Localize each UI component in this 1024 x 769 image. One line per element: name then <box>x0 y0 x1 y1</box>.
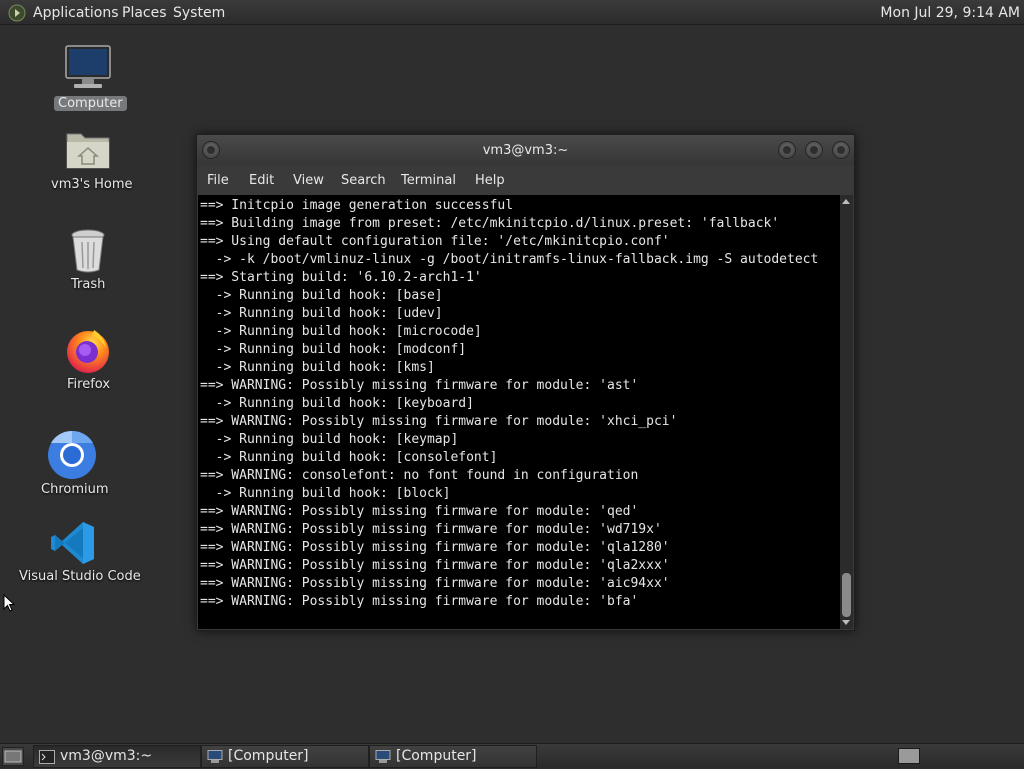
computer-icon <box>207 750 223 763</box>
terminal-line: ==> WARNING: Possibly missing firmware f… <box>200 522 662 537</box>
terminal-line: ==> WARNING: Possibly missing firmware f… <box>200 504 639 519</box>
workspace-switcher[interactable] <box>898 748 920 764</box>
terminal-menubar: File Edit View Search Terminal Help <box>197 165 854 195</box>
task-label: vm3@vm3:~ <box>60 748 153 764</box>
desktop-icon-label: Computer <box>54 96 127 111</box>
terminal-line: -> Running build hook: [base] <box>200 288 443 303</box>
desktop-icon-computer[interactable]: Computer <box>52 44 127 116</box>
gnome-foot-icon[interactable] <box>8 4 26 22</box>
clock[interactable]: Mon Jul 29, 9:14 AM <box>870 4 1020 22</box>
desktop-icon-label: Trash <box>71 277 106 292</box>
desktop-icon-vscode[interactable]: Visual Studio Code <box>16 520 141 586</box>
terminal-line: -> Running build hook: [modconf] <box>200 342 467 357</box>
task-label: [Computer] <box>228 748 309 764</box>
vscode-icon <box>51 522 94 564</box>
terminal-window[interactable]: vm3@vm3:~ File Edit View Search Terminal… <box>196 134 855 631</box>
terminal-line: -> Running build hook: [keymap] <box>200 432 459 447</box>
chromium-icon <box>48 430 96 479</box>
places-menu[interactable]: Places <box>122 4 167 22</box>
scrollbar-thumb[interactable] <box>842 573 851 617</box>
desktop-icon-chromium[interactable]: Chromium <box>38 430 110 498</box>
computer-icon <box>375 750 391 763</box>
minimize-button[interactable] <box>778 141 796 159</box>
window-title: vm3@vm3:~ <box>482 143 569 158</box>
terminal-line: -> Running build hook: [keyboard] <box>200 396 474 411</box>
task-terminal[interactable]: vm3@vm3:~ <box>33 745 201 768</box>
terminal-icon <box>39 750 55 764</box>
desktop-icon-label: vm3's Home <box>51 177 133 192</box>
terminal-lines: ==> Initcpio image generation successful… <box>200 197 818 611</box>
terminal-line: ==> WARNING: Possibly missing firmware f… <box>200 576 670 591</box>
desktop-icon-label: Visual Studio Code <box>19 569 141 584</box>
home-folder-icon <box>66 133 110 169</box>
terminal-line: ==> WARNING: consolefont: no font found … <box>200 468 639 483</box>
menu-edit[interactable]: Edit <box>249 173 274 188</box>
terminal-line: ==> Initcpio image generation successful <box>200 198 514 213</box>
close-button[interactable] <box>832 141 850 159</box>
scroll-down-arrow-icon[interactable] <box>842 620 850 625</box>
trash-icon <box>71 229 105 273</box>
menu-terminal[interactable]: Terminal <box>401 173 456 188</box>
terminal-line: ==> WARNING: Possibly missing firmware f… <box>200 414 678 429</box>
terminal-line: ==> Using default configuration file: '/… <box>200 234 670 249</box>
menu-file[interactable]: File <box>207 173 229 188</box>
show-desktop-icon <box>4 750 22 763</box>
terminal-line: ==> WARNING: Possibly missing firmware f… <box>200 540 670 555</box>
task-label: [Computer] <box>396 748 477 764</box>
task-computer-2[interactable]: [Computer] <box>369 745 537 768</box>
top-panel: Applications Places System Mon Jul 29, 9… <box>0 0 1024 25</box>
desktop-icon-firefox[interactable]: Firefox <box>62 326 118 394</box>
mouse-pointer-icon <box>3 594 15 612</box>
terminal-output[interactable]: ==> Initcpio image generation successful… <box>198 195 840 629</box>
desktop-icon-trash[interactable]: Trash <box>64 228 114 294</box>
bottom-panel: vm3@vm3:~ [Computer] [Computer] <box>0 743 1024 768</box>
terminal-line: ==> Starting build: '6.10.2-arch1-1' <box>200 270 482 285</box>
system-menu[interactable]: System <box>173 4 225 22</box>
desktop-icon-label: Firefox <box>67 377 111 392</box>
applications-menu[interactable]: Applications <box>33 4 119 22</box>
firefox-icon <box>67 330 109 373</box>
terminal-line: -> Running build hook: [udev] <box>200 306 443 321</box>
menu-view[interactable]: View <box>293 173 324 188</box>
terminal-scrollbar[interactable] <box>840 195 853 629</box>
desktop-icon-home[interactable]: vm3's Home <box>48 128 133 198</box>
terminal-line: ==> WARNING: Possibly missing firmware f… <box>200 378 639 393</box>
terminal-line: ==> WARNING: Possibly missing firmware f… <box>200 558 670 573</box>
menu-search[interactable]: Search <box>341 173 386 188</box>
terminal-line: -> Running build hook: [microcode] <box>200 324 482 339</box>
terminal-line: -> -k /boot/vmlinuz-linux -g /boot/initr… <box>200 252 819 267</box>
task-computer-1[interactable]: [Computer] <box>201 745 369 768</box>
terminal-line: -> Running build hook: [consolefont] <box>200 450 498 465</box>
terminal-line: ==> Building image from preset: /etc/mki… <box>200 216 780 231</box>
terminal-line: -> Running build hook: [block] <box>200 486 451 501</box>
desktop-icon-label: Chromium <box>41 482 109 497</box>
terminal-line: ==> WARNING: Possibly missing firmware f… <box>200 594 639 609</box>
scroll-up-arrow-icon[interactable] <box>842 199 850 204</box>
terminal-line: -> Running build hook: [kms] <box>200 360 435 375</box>
maximize-button[interactable] <box>805 141 823 159</box>
show-desktop-button[interactable] <box>2 747 24 766</box>
window-titlebar[interactable]: vm3@vm3:~ <box>197 135 854 165</box>
menu-help[interactable]: Help <box>475 173 505 188</box>
computer-icon <box>65 45 111 88</box>
